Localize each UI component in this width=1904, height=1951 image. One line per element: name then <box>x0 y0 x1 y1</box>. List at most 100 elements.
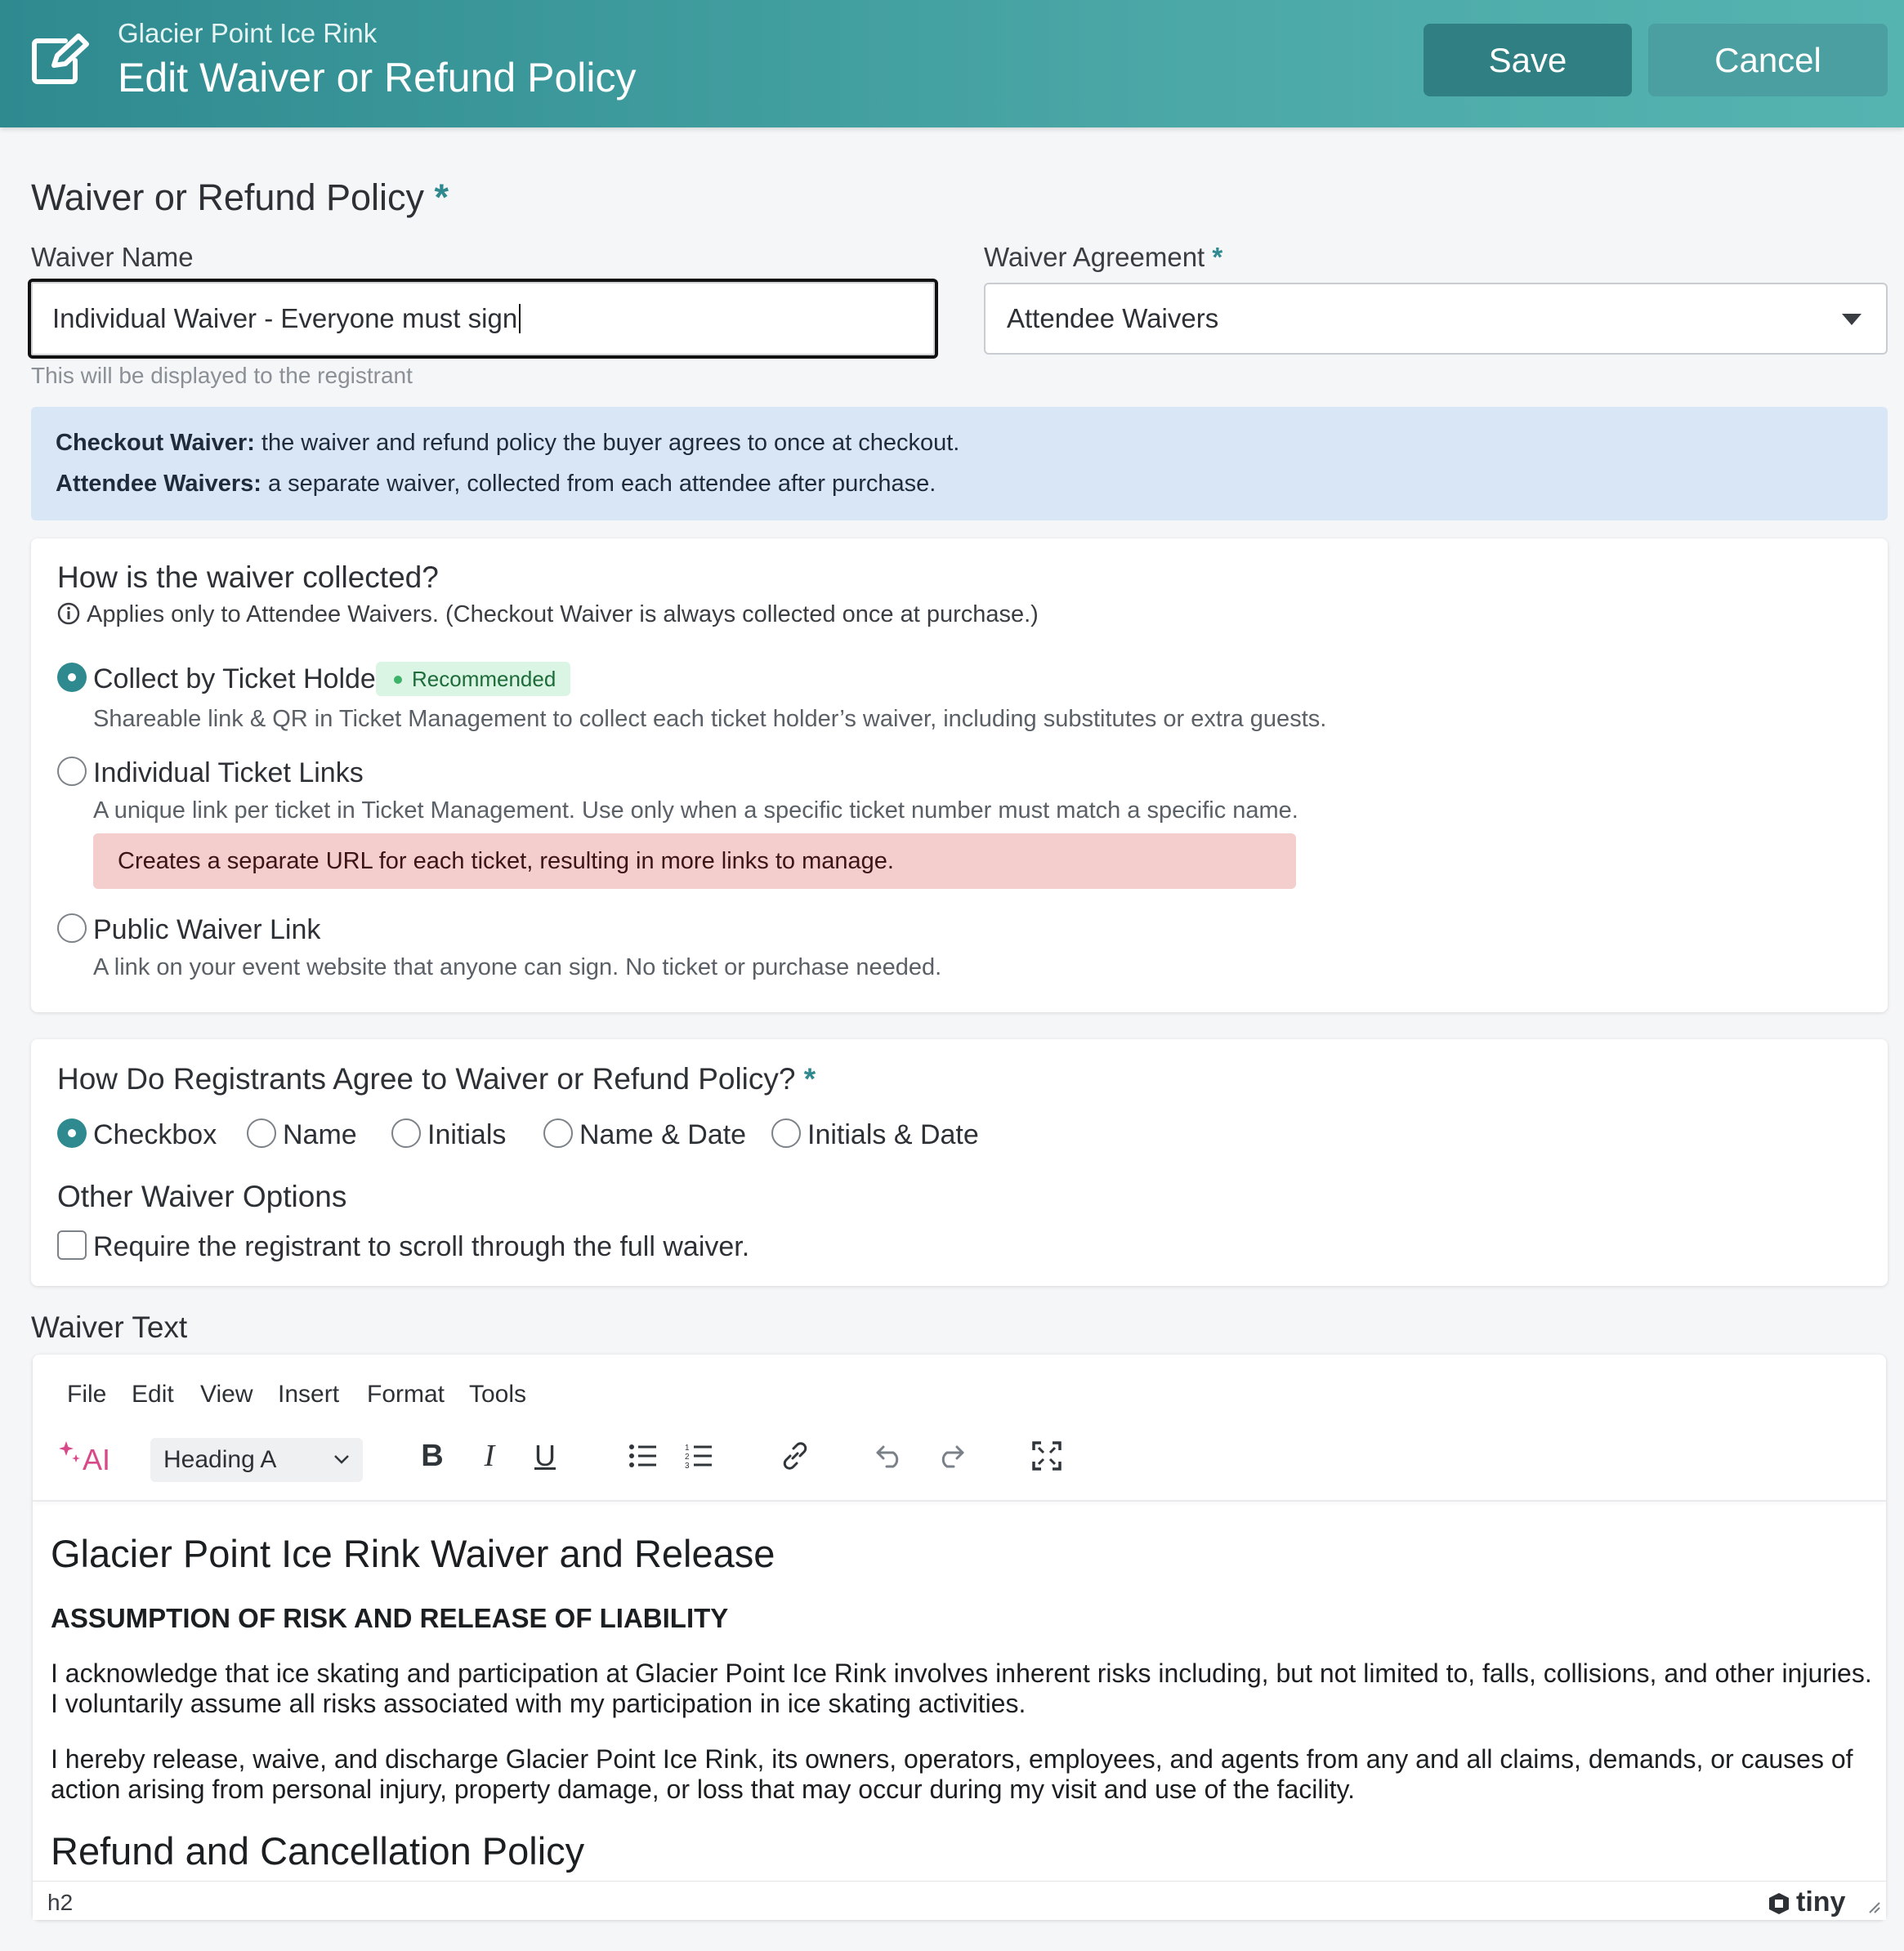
save-button[interactable]: Save <box>1424 24 1632 96</box>
agreement-question: How Do Registrants Agree to Waiver or Re… <box>57 1062 816 1096</box>
link-button[interactable] <box>775 1431 816 1480</box>
agree-option-name-and-date[interactable]: Name & Date <box>579 1119 746 1151</box>
menu-edit[interactable]: Edit <box>132 1381 174 1409</box>
redo-icon <box>941 1445 964 1468</box>
element-path[interactable]: h2 <box>47 1890 73 1916</box>
waiver-name-input[interactable]: Individual Waiver - Everyone must sign <box>28 279 938 359</box>
cancel-button[interactable]: Cancel <box>1648 24 1888 96</box>
warning-banner: Creates a separate URL for each ticket, … <box>93 833 1296 889</box>
section-title-text: Waiver or Refund Policy <box>31 176 425 218</box>
attendee-waiver-desc: a separate waiver, collected from each a… <box>261 471 936 497</box>
radio-checkbox[interactable] <box>57 1118 87 1148</box>
bullet-list-button[interactable] <box>623 1431 664 1480</box>
scroll-checkbox[interactable] <box>57 1230 87 1260</box>
waiver-agreement-label: Waiver Agreement * <box>984 242 1222 273</box>
svg-text:3: 3 <box>685 1462 690 1469</box>
radio-initials[interactable] <box>391 1118 421 1148</box>
caret-down-icon <box>1842 314 1862 325</box>
agree-option-initials[interactable]: Initials <box>427 1119 506 1151</box>
sparkle-icon <box>58 1441 80 1462</box>
required-mark: * <box>1212 242 1223 272</box>
option-desc-individual-ticket-links: A unique link per ticket in Ticket Manag… <box>93 797 1298 824</box>
menu-tools[interactable]: Tools <box>469 1381 526 1409</box>
waiver-agreement-label-text: Waiver Agreement <box>984 242 1205 272</box>
radio-name-and-date[interactable] <box>543 1118 573 1148</box>
bold-icon: B <box>421 1438 444 1473</box>
page-title: Edit Waiver or Refund Policy <box>118 55 637 100</box>
svg-text:1: 1 <box>685 1444 690 1453</box>
chevron-down-icon <box>334 1455 349 1464</box>
attendee-waiver-info: Attendee Waivers: a separate waiver, col… <box>56 471 936 498</box>
ai-label: AI <box>82 1443 110 1476</box>
menu-view[interactable]: View <box>200 1381 253 1409</box>
bullet-list-icon <box>629 1444 656 1467</box>
numbered-list-button[interactable]: 1 2 3 <box>678 1431 719 1480</box>
menu-file[interactable]: File <box>67 1381 106 1409</box>
ai-assistant-button[interactable]: AI <box>54 1431 114 1480</box>
other-options-title: Other Waiver Options <box>57 1180 347 1213</box>
org-name: Glacier Point Ice Rink <box>118 18 378 48</box>
option-desc-public-waiver-link: A link on your event website that anyone… <box>93 954 942 980</box>
agree-option-name[interactable]: Name <box>283 1119 357 1151</box>
radio-public-waiver-link[interactable] <box>57 913 87 943</box>
waiver-name-value: Individual Waiver - Everyone must sign <box>52 303 518 333</box>
underline-button[interactable]: U <box>525 1431 565 1480</box>
option-label-public-waiver-link[interactable]: Public Waiver Link <box>93 914 320 946</box>
bold-button[interactable]: B <box>412 1431 453 1480</box>
collection-question: How is the waiver collected? <box>57 560 439 594</box>
resize-handle-icon[interactable] <box>1866 1900 1881 1914</box>
required-mark: * <box>434 176 449 218</box>
agree-option-checkbox[interactable]: Checkbox <box>93 1119 217 1151</box>
link-icon <box>783 1442 807 1470</box>
tiny-logo-icon <box>1769 1893 1789 1914</box>
italic-button[interactable]: I <box>469 1431 510 1480</box>
content-subheading[interactable]: ASSUMPTION OF RISK AND RELEASE OF LIABIL… <box>51 1603 728 1634</box>
text-cursor <box>519 304 521 333</box>
radio-individual-ticket-links[interactable] <box>57 757 87 786</box>
checkout-waiver-desc: the waiver and refund policy the buyer a… <box>254 430 960 456</box>
undo-icon <box>876 1445 899 1468</box>
waiver-text-label: Waiver Text <box>31 1310 188 1344</box>
option-label-individual-ticket-links[interactable]: Individual Ticket Links <box>93 757 364 789</box>
content-paragraph-2[interactable]: I hereby release, waive, and discharge G… <box>51 1744 1873 1805</box>
undo-button[interactable] <box>869 1431 910 1480</box>
menu-format[interactable]: Format <box>367 1381 445 1409</box>
required-mark: * <box>803 1062 816 1096</box>
content-paragraph-1[interactable]: I acknowledge that ice skating and parti… <box>51 1659 1873 1719</box>
tiny-brand[interactable]: tiny <box>1796 1886 1845 1918</box>
section-title: Waiver or Refund Policy * <box>31 176 449 219</box>
radio-initials-and-date[interactable] <box>771 1118 801 1148</box>
collection-note: Applies only to Attendee Waivers. (Check… <box>87 601 1039 627</box>
fullscreen-icon <box>1032 1441 1062 1471</box>
fullscreen-button[interactable] <box>1026 1431 1067 1480</box>
agree-option-initials-and-date[interactable]: Initials & Date <box>807 1119 979 1151</box>
radio-collect-by-ticket-holder[interactable] <box>57 663 87 692</box>
block-format-dropdown[interactable]: Heading A <box>150 1438 363 1482</box>
waiver-agreement-select[interactable]: Attendee Waivers <box>984 283 1888 355</box>
italic-icon: I <box>484 1439 495 1473</box>
toolbar-divider <box>33 1500 1886 1502</box>
option-label-collect-by-ticket-holder[interactable]: Collect by Ticket Holder <box>93 663 385 695</box>
info-box: Checkout Waiver: the waiver and refund p… <box>31 407 1888 520</box>
waiver-name-label: Waiver Name <box>31 242 194 272</box>
radio-name[interactable] <box>247 1118 276 1148</box>
editor-statusbar: h2 tiny <box>33 1881 1886 1920</box>
checkout-waiver-info: Checkout Waiver: the waiver and refund p… <box>56 430 959 457</box>
edit-icon <box>32 33 89 84</box>
option-desc-collect-by-ticket-holder: Shareable link & QR in Ticket Management… <box>93 706 1327 732</box>
content-heading-2[interactable]: Refund and Cancellation Policy <box>51 1828 584 1873</box>
numbered-list-icon: 1 2 3 <box>685 1444 712 1469</box>
waiver-agreement-value: Attendee Waivers <box>1007 303 1219 333</box>
info-icon <box>57 602 80 625</box>
agreement-question-text: How Do Registrants Agree to Waiver or Re… <box>57 1062 796 1096</box>
underline-icon: U <box>534 1439 556 1472</box>
block-format-value: Heading A <box>163 1446 277 1473</box>
redo-button[interactable] <box>930 1431 971 1480</box>
menu-insert[interactable]: Insert <box>278 1381 339 1409</box>
attendee-waiver-term: Attendee Waivers: <box>56 471 261 497</box>
scroll-checkbox-label[interactable]: Require the registrant to scroll through… <box>93 1231 749 1263</box>
recommended-badge: Recommended <box>376 662 570 696</box>
waiver-name-helper: This will be displayed to the registrant <box>31 363 413 388</box>
content-heading[interactable]: Glacier Point Ice Rink Waiver and Releas… <box>51 1531 775 1576</box>
checkout-waiver-term: Checkout Waiver: <box>56 430 255 456</box>
